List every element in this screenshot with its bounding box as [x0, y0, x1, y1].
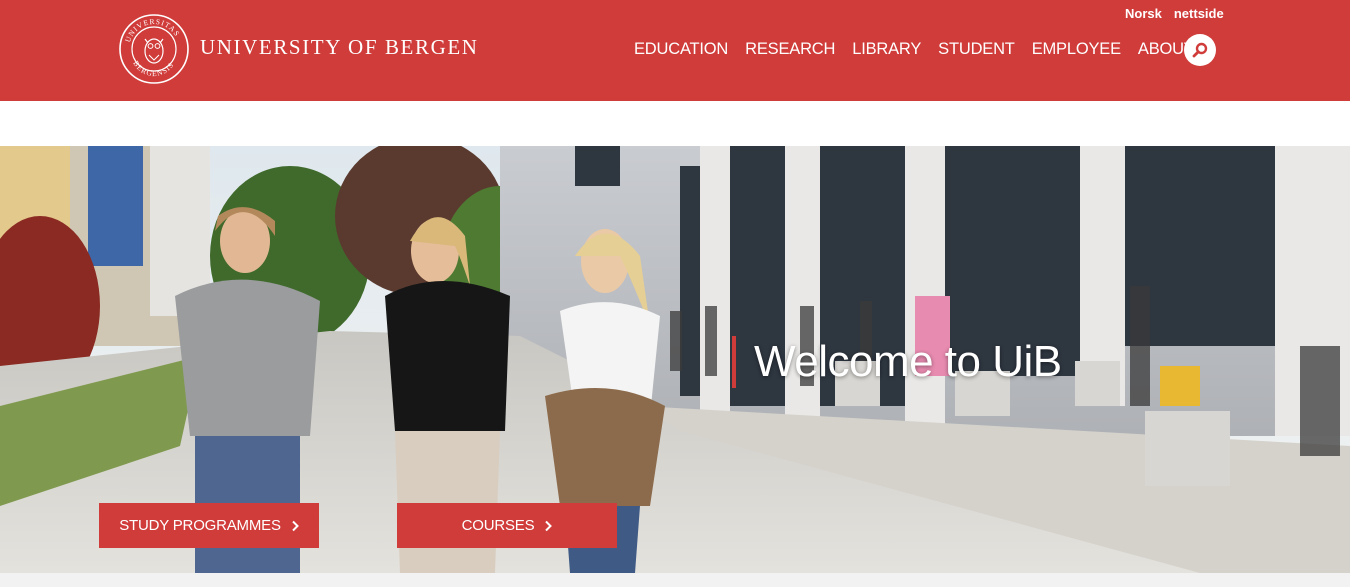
nav-employee[interactable]: EMPLOYEE	[1032, 40, 1121, 59]
university-name: UNIVERSITY OF BERGEN	[200, 34, 479, 59]
study-programmes-label: STUDY PROGRAMMES	[119, 517, 281, 534]
hero-title-accent	[732, 336, 736, 388]
courses-button[interactable]: COURSES	[397, 503, 617, 548]
university-logo[interactable]: UNIVERSITAS BERGENSIS UNIVERSITY OF BERG…	[118, 13, 479, 85]
header-spacer	[0, 101, 1350, 146]
lang-link-norsk[interactable]: Norsk	[1125, 6, 1162, 21]
language-links: Norsk nettside	[1125, 6, 1224, 21]
chevron-right-icon	[292, 520, 299, 531]
chevron-right-icon	[545, 520, 553, 531]
hero-title-wrap: Welcome to UiB	[732, 336, 1062, 388]
search-icon	[1192, 42, 1208, 58]
courses-label: COURSES	[461, 517, 535, 534]
search-button[interactable]	[1184, 34, 1216, 66]
nav-library-label: LIBRARY	[852, 40, 922, 58]
nav-student-label: STUDENT	[938, 40, 1015, 58]
lang-link-nettside[interactable]: nettside	[1174, 6, 1224, 21]
main-nav: EDUCATION RESEARCH LIBRARY STUDENT EMPLO…	[634, 40, 1225, 59]
hero-banner: Welcome to UiB STUDY PROGRAMMES COURSES	[0, 146, 1350, 573]
nav-education[interactable]: EDUCATION	[634, 40, 728, 59]
nav-library[interactable]: LIBRARY	[852, 40, 921, 59]
svg-text:BERGENSIS: BERGENSIS	[131, 59, 175, 78]
nav-education-label: EDUCATION	[634, 40, 729, 58]
nav-research-label: RESEARCH	[745, 40, 836, 58]
nav-research[interactable]: RESEARCH	[745, 40, 835, 59]
study-programmes-button[interactable]: STUDY PROGRAMMES	[99, 503, 319, 548]
nav-employee-label: EMPLOYEE	[1031, 40, 1121, 58]
nav-student[interactable]: STUDENT	[938, 40, 1015, 59]
hero-title: Welcome to UiB	[754, 337, 1062, 386]
university-seal-icon: UNIVERSITAS BERGENSIS	[119, 14, 189, 84]
site-header: UNIVERSITAS BERGENSIS UNIVERSITY OF BERG…	[0, 0, 1350, 101]
